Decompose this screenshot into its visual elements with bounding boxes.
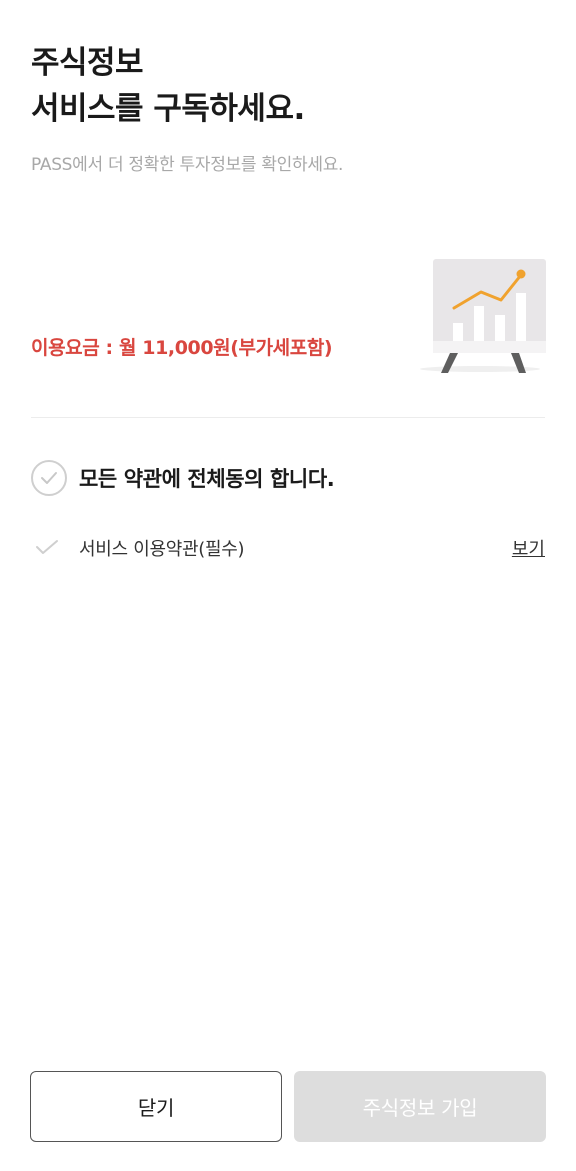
term-label: 서비스 이용약관(필수) [79,539,245,560]
subscription-page: 주식정보 서비스를 구독하세요. PASS에서 더 정확한 투자정보를 확인하세… [0,0,576,1171]
close-button[interactable]: 닫기 [30,1071,282,1142]
page-subtitle: PASS에서 더 정확한 투자정보를 확인하세요. [31,155,344,175]
join-button[interactable]: 주식정보 가입 [294,1071,546,1142]
circle-check-icon [31,460,67,496]
stock-chart-board-icon [418,255,553,377]
title-line-1: 주식정보 [31,45,144,81]
term-view-link[interactable]: 보기 [512,535,545,561]
check-icon [36,540,58,554]
agree-all-checkbox[interactable]: 모든 약관에 전체동의 합니다. [31,460,335,496]
term-checkbox[interactable] [31,532,63,564]
price-text: 이용요금 : 월 11,000원(부가세포함) [31,337,333,359]
title-line-2: 서비스를 구독하세요. [31,91,305,127]
page-title: 주식정보 서비스를 구독하세요. [31,40,305,132]
term-row-service: 서비스 이용약관(필수) 보기 [31,532,545,564]
agree-all-label: 모든 약관에 전체동의 합니다. [79,467,335,491]
section-divider [31,417,545,418]
